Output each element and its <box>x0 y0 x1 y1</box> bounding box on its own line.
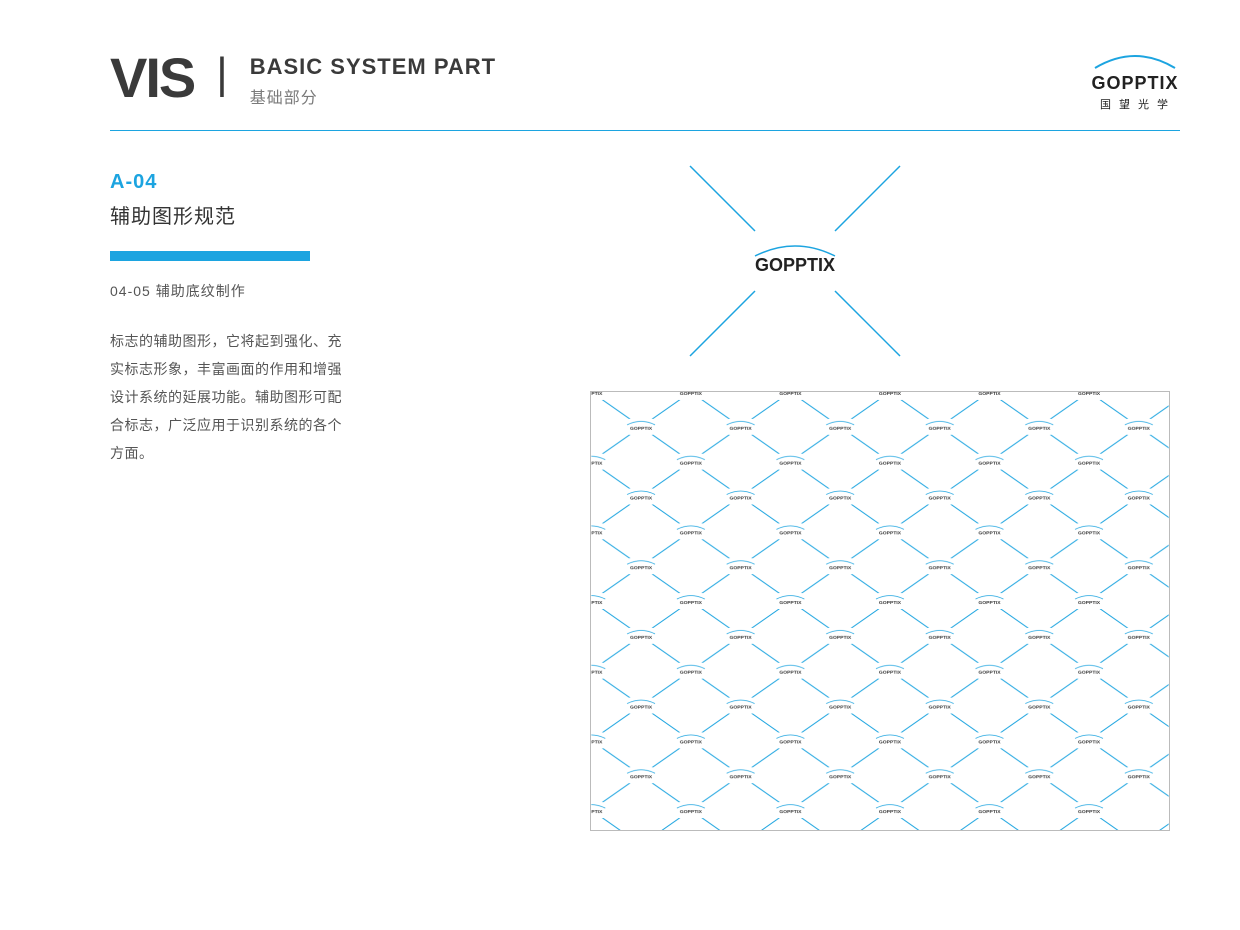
subsection-code: 04-05 辅助底纹制作 <box>110 281 350 301</box>
pattern-sample: GOPPTIX GOPPTIX GOPPTIX <box>590 391 1170 831</box>
brand-name: GOPPTIX <box>1090 73 1180 94</box>
brand-logo: GOPPTIX 国望光学 <box>1090 50 1180 112</box>
brand-arc-icon <box>1090 52 1180 70</box>
page-header: VIS | BASIC SYSTEM PART 基础部分 GOPPTIX 国望光… <box>110 50 1180 131</box>
header-left: VIS | BASIC SYSTEM PART 基础部分 <box>110 50 496 108</box>
body-text: 标志的辅助图形，它将起到强化、充实标志形象，丰富画面的作用和增强设计系统的延展功… <box>110 327 350 467</box>
sidebar: A-04 辅助图形规范 04-05 辅助底纹制作 标志的辅助图形，它将起到强化、… <box>110 171 350 831</box>
logo-x-icon: GOPPTIX <box>635 151 955 371</box>
pattern-grid-icon: GOPPTIX GOPPTIX GOPPTIX <box>591 392 1169 830</box>
section-code: A-04 <box>110 171 350 194</box>
header-title-cn: 基础部分 <box>250 84 496 108</box>
brand-name-cn: 国望光学 <box>1090 96 1180 112</box>
header-titles: BASIC SYSTEM PART 基础部分 <box>250 50 496 108</box>
main-content: A-04 辅助图形规范 04-05 辅助底纹制作 标志的辅助图形，它将起到强化、… <box>110 171 1180 831</box>
vis-mark: VIS <box>110 50 194 106</box>
header-divider: | <box>216 50 227 98</box>
svg-text:GOPPTIX: GOPPTIX <box>755 255 835 275</box>
content-area: GOPPTIX <box>410 171 1180 831</box>
logo-x-unit: GOPPTIX <box>635 151 955 371</box>
page: VIS | BASIC SYSTEM PART 基础部分 GOPPTIX 国望光… <box>0 0 1240 831</box>
accent-bar <box>110 251 310 261</box>
header-title-en: BASIC SYSTEM PART <box>250 54 496 80</box>
section-title: 辅助图形规范 <box>110 200 350 229</box>
